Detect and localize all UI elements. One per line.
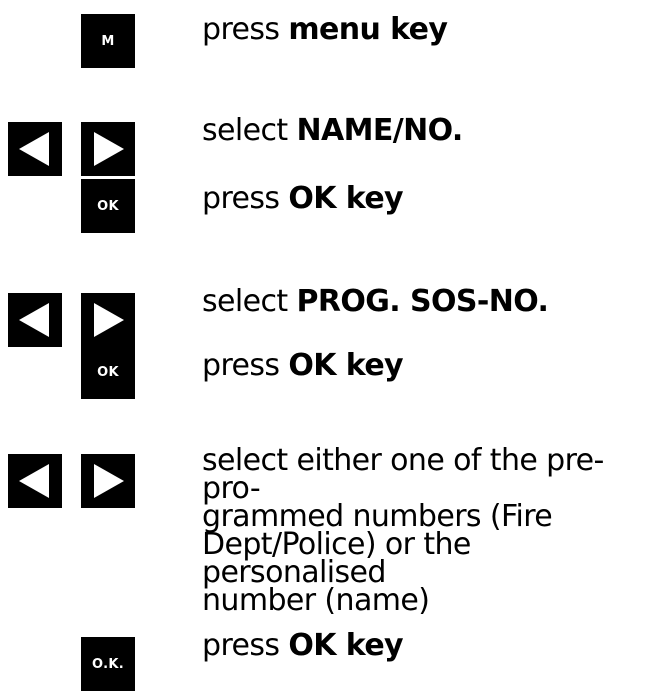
- left-arrow-key: [8, 454, 62, 508]
- step-1-verb: press: [202, 12, 280, 47]
- step-3-instruction: press OK key: [202, 181, 404, 216]
- step-2-emphasis: NAME/NO.: [296, 113, 463, 148]
- ok-key-label: OK: [97, 198, 119, 214]
- left-arrow-icon: [19, 303, 49, 337]
- step-5-verb: press: [202, 348, 280, 383]
- right-arrow-key: [81, 122, 135, 176]
- step-6-line-3: Dept/Police) or the personalised: [202, 527, 471, 590]
- ok-key-label: O.K.: [92, 656, 124, 672]
- step-7-instruction: press OK key: [202, 628, 404, 663]
- step-7-verb: press: [202, 628, 280, 663]
- step-4-verb: select: [202, 284, 288, 319]
- menu-key-label: M: [101, 33, 115, 49]
- step-2-instruction: select NAME/NO.: [202, 115, 463, 146]
- step-2-verb: select: [202, 113, 288, 148]
- right-arrow-icon: [94, 132, 124, 166]
- menu-key: M: [81, 14, 135, 68]
- step-7-emphasis: OK key: [288, 628, 404, 663]
- left-arrow-icon: [19, 132, 49, 166]
- right-arrow-icon: [94, 464, 124, 498]
- step-3-verb: press: [202, 181, 280, 216]
- step-1-instruction: press menu key: [202, 12, 448, 47]
- step-4-instruction: select PROG. SOS-NO.: [202, 284, 549, 319]
- ok-key-label: OK: [97, 364, 119, 380]
- step-6-line-1: select either one of the pre-pro-: [202, 443, 604, 506]
- ok-key: OK: [81, 345, 135, 399]
- left-arrow-icon: [19, 464, 49, 498]
- right-arrow-icon: [94, 303, 124, 337]
- left-arrow-key: [8, 122, 62, 176]
- step-4-emphasis: PROG. SOS-NO.: [296, 284, 549, 319]
- right-arrow-key: [81, 454, 135, 508]
- step-5-instruction: press OK key: [202, 348, 404, 383]
- ok-key: O.K.: [81, 637, 135, 691]
- right-arrow-key: [81, 293, 135, 347]
- step-3-emphasis: OK key: [288, 181, 404, 216]
- step-6-line-4: number (name): [202, 583, 430, 618]
- step-6-instruction: select either one of the pre-pro- gramme…: [202, 443, 652, 618]
- ok-key: OK: [81, 179, 135, 233]
- step-1-emphasis: menu key: [288, 12, 448, 47]
- left-arrow-key: [8, 293, 62, 347]
- step-5-emphasis: OK key: [288, 348, 404, 383]
